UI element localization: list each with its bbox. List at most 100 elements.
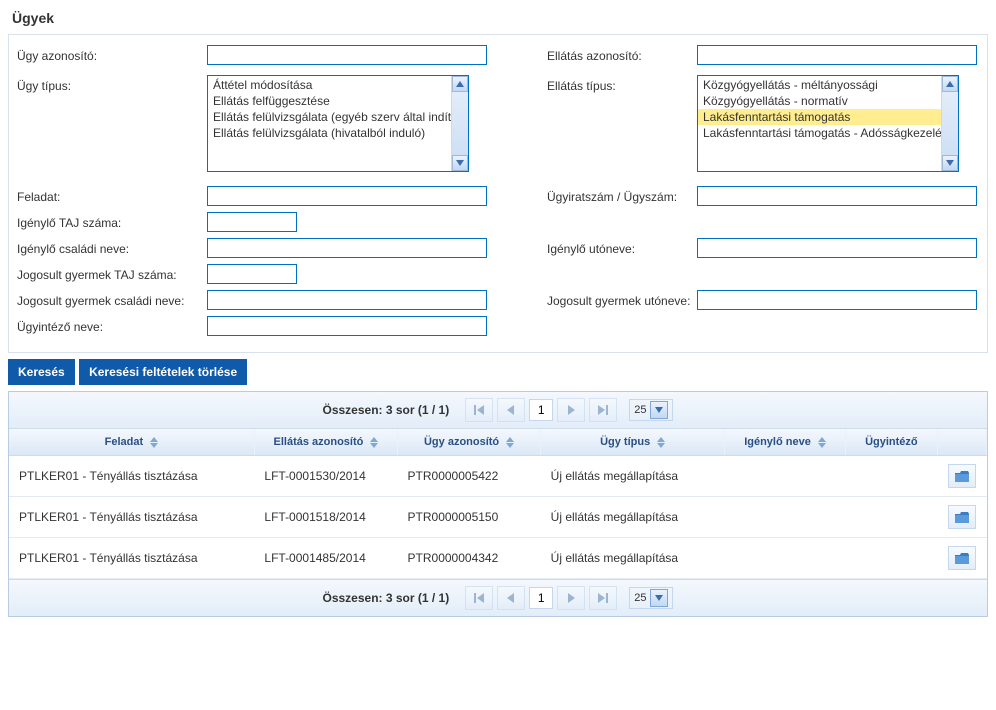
listbox-option[interactable]: Közgyógyellátás - méltányossági (698, 77, 941, 93)
table-cell: PTR0000005150 (398, 497, 541, 538)
table-action-cell (937, 497, 986, 538)
sort-icon (370, 437, 378, 448)
table-cell: PTR0000004342 (398, 538, 541, 579)
ellatas-azonosito-input[interactable] (697, 45, 977, 65)
th-action (937, 429, 986, 456)
table-cell: Új ellátás megállapítása (541, 538, 725, 579)
pager-prev-button[interactable] (497, 586, 525, 610)
scroll-up-icon[interactable] (942, 76, 958, 92)
th-feladat-label: Feladat (105, 436, 144, 448)
pager-summary: Összesen: 3 sor (1 / 1) (323, 591, 450, 605)
th-igenylo-neve[interactable]: Igénylő neve (725, 429, 846, 456)
chevron-down-icon (650, 401, 668, 419)
pager-last-button[interactable] (589, 586, 617, 610)
scroll-down-icon[interactable] (452, 155, 468, 171)
pager-top: Összesen: 3 sor (1 / 1) 25 (9, 392, 987, 429)
table-action-cell (937, 456, 986, 497)
listbox-option[interactable]: Ellátás felfüggesztése (208, 93, 451, 109)
jogosult-uto-input[interactable] (697, 290, 977, 310)
ugyiratszam-input[interactable] (697, 186, 977, 206)
table-cell (845, 538, 937, 579)
th-igenylo-label: Igénylő neve (744, 436, 811, 448)
pager-first-button[interactable] (465, 398, 493, 422)
ugy-azonosito-label: Ügy azonosító: (17, 45, 207, 65)
listbox-option[interactable]: Áttétel módosítása (208, 77, 451, 93)
table-action-cell (937, 538, 986, 579)
ugy-tipus-label: Ügy típus: (17, 75, 207, 172)
table-cell (845, 497, 937, 538)
ugyintezo-input[interactable] (207, 316, 487, 336)
pager-next-button[interactable] (557, 398, 585, 422)
listbox-option[interactable]: Ellátás felülvizsgálata (egyéb szerv ált… (208, 109, 451, 125)
sort-icon (657, 437, 665, 448)
scrollbar[interactable] (451, 76, 468, 171)
listbox-option[interactable]: Ellátás felülvizsgálata (hivatalból indu… (208, 125, 451, 141)
pager-prev-button[interactable] (497, 398, 525, 422)
th-ellatas-label: Ellátás azonosító (274, 436, 364, 448)
pager-page-input[interactable] (529, 399, 553, 421)
scroll-up-icon[interactable] (452, 76, 468, 92)
table-cell: PTLKER01 - Tényállás tisztázása (9, 497, 254, 538)
jogosult-taj-label: Jogosult gyermek TAJ száma: (17, 264, 207, 284)
table-cell: Új ellátás megállapítása (541, 456, 725, 497)
ugy-azonosito-input[interactable] (207, 45, 487, 65)
table-cell: PTR0000005422 (398, 456, 541, 497)
th-ellatas-azonosito[interactable]: Ellátás azonosító (254, 429, 397, 456)
ellatas-tipus-listbox[interactable]: Közgyógyellátás - méltányosságiKözgyógye… (697, 75, 959, 172)
th-ugyintezo[interactable]: Ügyintéző (845, 429, 937, 456)
pager-summary: Összesen: 3 sor (1 / 1) (323, 403, 450, 417)
th-ugyintezo-label: Ügyintéző (865, 436, 918, 448)
igenylo-uto-label: Igénylő utóneve: (547, 238, 697, 258)
folder-icon (955, 471, 969, 482)
table-cell (725, 456, 846, 497)
feladat-input[interactable] (207, 186, 487, 206)
igenylo-csaladi-label: Igénylő családi neve: (17, 238, 207, 258)
igenylo-csaladi-input[interactable] (207, 238, 487, 258)
th-ugy-tipus[interactable]: Ügy típus (541, 429, 725, 456)
sort-icon (818, 437, 826, 448)
igenylo-uto-input[interactable] (697, 238, 977, 258)
open-folder-button[interactable] (948, 464, 976, 488)
th-ugy-azonosito[interactable]: Ügy azonosító (398, 429, 541, 456)
igenylo-taj-input[interactable] (207, 212, 297, 232)
pager-first-button[interactable] (465, 586, 493, 610)
pager-next-button[interactable] (557, 586, 585, 610)
table-cell (845, 456, 937, 497)
pager-last-button[interactable] (589, 398, 617, 422)
feladat-label: Feladat: (17, 186, 207, 206)
page-size-value: 25 (634, 592, 646, 604)
ugy-tipus-listbox[interactable]: Áttétel módosításaEllátás felfüggesztése… (207, 75, 469, 172)
chevron-down-icon (650, 589, 668, 607)
pager-page-input[interactable] (529, 587, 553, 609)
table-row: PTLKER01 - Tényállás tisztázásaLFT-00015… (9, 497, 987, 538)
clear-filters-button[interactable]: Keresési feltételek törlése (79, 359, 247, 385)
igenylo-taj-label: Igénylő TAJ száma: (17, 212, 207, 232)
table-row: PTLKER01 - Tényállás tisztázásaLFT-00015… (9, 456, 987, 497)
scrollbar[interactable] (941, 76, 958, 171)
listbox-option[interactable]: Közgyógyellátás - normatív (698, 93, 941, 109)
jogosult-csaladi-input[interactable] (207, 290, 487, 310)
sort-icon (150, 437, 158, 448)
jogosult-uto-label: Jogosult gyermek utóneve: (547, 290, 697, 310)
page-size-select[interactable]: 25 (629, 587, 673, 609)
table-cell: LFT-0001530/2014 (254, 456, 397, 497)
listbox-option[interactable]: Lakásfenntartási támogatás (698, 109, 941, 125)
open-folder-button[interactable] (948, 546, 976, 570)
listbox-option[interactable]: Lakásfenntartási támogatás - Adósságkeze… (698, 125, 941, 141)
jogosult-taj-input[interactable] (207, 264, 297, 284)
results-table: Összesen: 3 sor (1 / 1) 25 Feladat (8, 391, 988, 617)
folder-icon (955, 553, 969, 564)
scroll-down-icon[interactable] (942, 155, 958, 171)
page-size-select[interactable]: 25 (629, 399, 673, 421)
sort-icon (506, 437, 514, 448)
jogosult-csaladi-label: Jogosult gyermek családi neve: (17, 290, 207, 310)
table-cell: PTLKER01 - Tényállás tisztázása (9, 538, 254, 579)
search-button[interactable]: Keresés (8, 359, 75, 385)
open-folder-button[interactable] (948, 505, 976, 529)
th-azon-label: Ügy azonosító (424, 436, 499, 448)
table-cell (725, 497, 846, 538)
table-cell: LFT-0001485/2014 (254, 538, 397, 579)
table-cell: LFT-0001518/2014 (254, 497, 397, 538)
th-feladat[interactable]: Feladat (9, 429, 254, 456)
table-cell: PTLKER01 - Tényállás tisztázása (9, 456, 254, 497)
